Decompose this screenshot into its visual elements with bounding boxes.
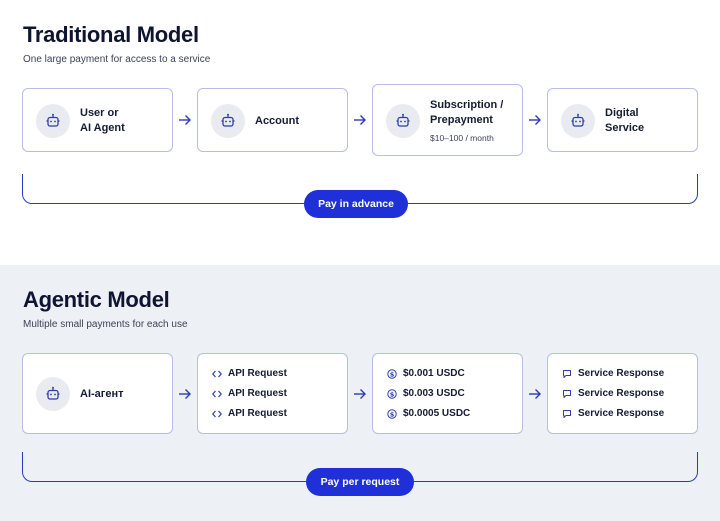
service-response-label: Service Response (578, 408, 665, 419)
coin-icon: $ (387, 368, 397, 379)
card-label-line1: Digital (605, 107, 639, 119)
arrow-right-icon (529, 389, 541, 399)
card-label: Digital Service (605, 106, 644, 136)
payment-amount: $0.0005 USDC (403, 408, 471, 419)
card-label: Account (255, 115, 299, 127)
chat-bubble-icon (563, 389, 571, 398)
robot-icon (561, 104, 595, 138)
coin-icon: $ (387, 408, 397, 419)
coin-icon: $ (387, 388, 397, 399)
digital-service-card: Digital Service (547, 88, 698, 152)
list-item: $ $0.0005 USDC (387, 408, 470, 419)
ai-agent-card: AI-агент (22, 353, 173, 434)
code-icon (212, 370, 222, 377)
payment-amount: $0.003 USDC (403, 388, 465, 399)
payment-amount: $0.001 USDC (403, 368, 465, 379)
card-label: User or AI Agent (80, 106, 125, 136)
code-icon (212, 390, 222, 397)
traditional-model-section: Traditional Model One large payment for … (0, 0, 720, 265)
payments-card: $ $0.001 USDC $ $0.003 USDC $ $0.0005 US… (372, 353, 523, 434)
arrow-right-icon (529, 115, 541, 125)
api-request-label: API Request (228, 388, 287, 399)
robot-icon (36, 377, 70, 411)
api-request-label: API Request (228, 368, 287, 379)
card-label-line2: Service (605, 122, 645, 134)
list-item: Service Response (562, 388, 664, 399)
chat-bubble-icon (563, 369, 571, 378)
list-item: API Request (212, 388, 287, 399)
traditional-title: Traditional Model (23, 22, 199, 47)
arrow-right-icon (354, 389, 366, 399)
api-request-label: API Request (228, 408, 287, 419)
card-label-line2: Prepayment (430, 114, 493, 126)
agentic-title: Agentic Model (23, 287, 170, 312)
subscription-card: Subscription / Prepayment $10–100 / mont… (372, 84, 523, 156)
pay-per-request-pill: Pay per request (306, 468, 414, 496)
svg-text:$: $ (390, 370, 395, 378)
arrow-right-icon (179, 115, 191, 125)
account-card: Account (197, 88, 348, 152)
card-label-line1: Subscription / (430, 99, 504, 111)
price-note: $10–100 / month (430, 133, 494, 143)
svg-text:$: $ (390, 390, 395, 398)
arrow-right-icon (179, 389, 191, 399)
list-item: $ $0.003 USDC (387, 388, 465, 399)
service-response-label: Service Response (578, 388, 665, 399)
chat-bubble-icon (563, 409, 571, 418)
agentic-subtitle: Multiple small payments for each use (23, 319, 188, 330)
svg-text:$: $ (390, 410, 395, 418)
card-label-line2: AI Agent (80, 122, 125, 134)
user-agent-card: User or AI Agent (22, 88, 173, 152)
robot-icon (386, 104, 420, 138)
card-label: AI-агент (80, 388, 124, 400)
list-item: Service Response (562, 408, 664, 419)
service-response-label: Service Response (578, 368, 665, 379)
traditional-subtitle: One large payment for access to a servic… (23, 54, 211, 65)
card-label-line1: User or (80, 107, 119, 119)
list-item: API Request (212, 368, 287, 379)
list-item: Service Response (562, 368, 664, 379)
api-requests-card: API Request API Request API Request (197, 353, 348, 434)
robot-icon (36, 104, 70, 138)
robot-icon (211, 104, 245, 138)
list-item: $ $0.001 USDC (387, 368, 465, 379)
code-icon (212, 410, 222, 417)
pay-in-advance-pill: Pay in advance (304, 190, 408, 218)
card-label: Subscription / Prepayment $10–100 / mont… (430, 98, 503, 146)
arrow-right-icon (354, 115, 366, 125)
responses-card: Service Response Service Response Servic… (547, 353, 698, 434)
agentic-model-section: Agentic Model Multiple small payments fo… (0, 265, 720, 521)
list-item: API Request (212, 408, 287, 419)
